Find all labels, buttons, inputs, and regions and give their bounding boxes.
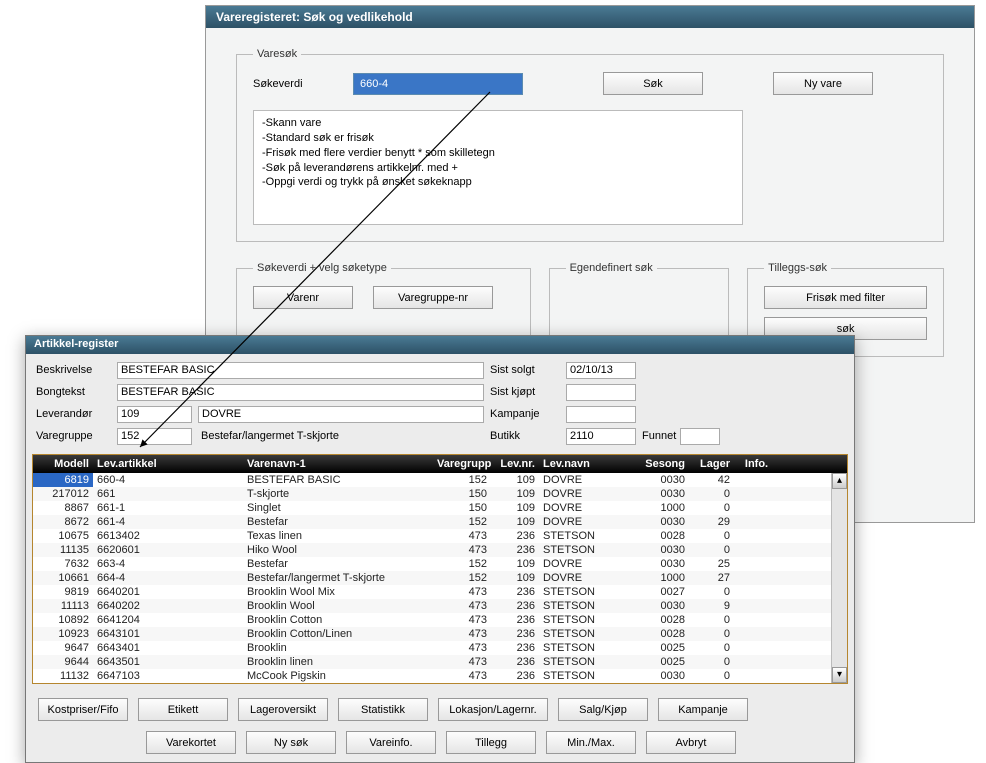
table-row[interactable]: 111326647103McCook Pigskin473236STETSON0… <box>33 669 847 683</box>
col-levartikkel[interactable]: Lev.artikkel <box>93 457 243 471</box>
table-row[interactable]: 109236643101Brooklin Cotton/Linen473236S… <box>33 627 847 641</box>
button-row-1: Kostpriser/Fifo Etikett Lageroversikt St… <box>26 690 854 729</box>
kampanje-input[interactable] <box>566 406 636 423</box>
salgkjop-button[interactable]: Salg/Kjøp <box>558 698 648 721</box>
soketype-legend: Søkeverdi + velg søketype <box>253 262 391 274</box>
kampanje-button[interactable]: Kampanje <box>658 698 748 721</box>
kampanje-label: Kampanje <box>490 408 560 420</box>
sistsolgt-label: Sist solgt <box>490 364 560 376</box>
bongtekst-label: Bongtekst <box>36 386 111 398</box>
table-row[interactable]: 96446643501Brooklin linen473236STETSON00… <box>33 655 847 669</box>
sok-button[interactable]: Søk <box>603 72 703 95</box>
col-varenavn[interactable]: Varenavn-1 <box>243 457 433 471</box>
sistkjopt-label: Sist kjøpt <box>490 386 560 398</box>
beskrivelse-label: Beskrivelse <box>36 364 111 376</box>
levnavn-input[interactable] <box>198 406 484 423</box>
table-row[interactable]: 8867661-1Singlet150109DOVRE10000 <box>33 501 847 515</box>
lokasjon-button[interactable]: Lokasjon/Lagernr. <box>438 698 548 721</box>
nyvare-button[interactable]: Ny vare <box>773 72 873 95</box>
table-row[interactable]: 96476643401Brooklin473236STETSON00250 <box>33 641 847 655</box>
table-row[interactable]: 8672661-4Bestefar152109DOVRE003029 <box>33 515 847 529</box>
varesok-legend: Varesøk <box>253 48 301 60</box>
kostpriser-button[interactable]: Kostpriser/Fifo <box>38 698 128 721</box>
help-text-box: -Skann vare -Standard søk er frisøk -Fri… <box>253 110 743 225</box>
article-register-window: Artikkel-register Beskrivelse Sist solgt… <box>25 335 855 763</box>
table-row[interactable]: 111356620601Hiko Wool473236STETSON00300 <box>33 543 847 557</box>
levnr-input[interactable] <box>117 406 192 423</box>
col-sesong[interactable]: Sesong <box>639 457 689 471</box>
varesok-fieldset: Varesøk Søkeverdi Søk Ny vare -Skann var… <box>236 48 944 242</box>
leverandor-label: Leverandør <box>36 408 111 420</box>
sokeverdi-label: Søkeverdi <box>253 78 333 90</box>
table-row[interactable]: 98196640201Brooklin Wool Mix473236STETSO… <box>33 585 847 599</box>
col-levnavn[interactable]: Lev.navn <box>539 457 639 471</box>
varegruppenr-button[interactable]: Varegruppe-nr <box>373 286 493 309</box>
sistkjopt-input[interactable] <box>566 384 636 401</box>
butikk-input[interactable] <box>566 428 636 445</box>
scroll-up-icon[interactable]: ▴ <box>832 473 847 489</box>
frisok-filter-button[interactable]: Frisøk med filter <box>764 286 927 309</box>
funnet-input[interactable] <box>680 428 720 445</box>
button-row-2: Varekortet Ny søk Vareinfo. Tillegg Min.… <box>26 729 854 762</box>
table-row[interactable]: 6819660-4BESTEFAR BASIC152109DOVRE003042 <box>33 473 847 487</box>
scroll-down-icon[interactable]: ▾ <box>832 667 847 683</box>
statistikk-button[interactable]: Statistikk <box>338 698 428 721</box>
table-row[interactable]: 217012661T-skjorte150109DOVRE00300 <box>33 487 847 501</box>
egendef-legend: Egendefinert søk <box>566 262 657 274</box>
tillegg-legend: Tilleggs-søk <box>764 262 831 274</box>
varegruppe-label: Varegruppe <box>36 430 111 442</box>
table-row[interactable]: 106756613402Texas linen473236STETSON0028… <box>33 529 847 543</box>
funnet-label: Funnet <box>642 430 676 442</box>
sokeverdi-input[interactable] <box>353 73 523 95</box>
sistsolgt-input[interactable] <box>566 362 636 379</box>
vgnr-input[interactable] <box>117 428 192 445</box>
results-grid[interactable]: Modell Lev.artikkel Varenavn-1 Varegrupp… <box>32 454 848 684</box>
col-lager[interactable]: Lager <box>689 457 734 471</box>
table-row[interactable]: 108926641204Brooklin Cotton473236STETSON… <box>33 613 847 627</box>
etikett-button[interactable]: Etikett <box>138 698 228 721</box>
col-modell[interactable]: Modell <box>33 457 93 471</box>
grid-header: Modell Lev.artikkel Varenavn-1 Varegrupp… <box>33 455 847 473</box>
table-row[interactable]: 10661664-4Bestefar/langermet T-skjorte15… <box>33 571 847 585</box>
article-register-title: Artikkel-register <box>26 336 854 354</box>
col-info[interactable]: Info. <box>734 457 779 471</box>
table-row[interactable]: 7632663-4Bestefar152109DOVRE003025 <box>33 557 847 571</box>
lageroversikt-button[interactable]: Lageroversikt <box>238 698 328 721</box>
vgnavn-text <box>198 428 484 445</box>
varenr-button[interactable]: Varenr <box>253 286 353 309</box>
col-varegruppe[interactable]: Varegruppe <box>433 457 491 471</box>
butikk-label: Butikk <box>490 430 560 442</box>
table-row[interactable]: 111136640202Brooklin Wool473236STETSON00… <box>33 599 847 613</box>
search-window-title: Vareregisteret: Søk og vedlikehold <box>206 6 974 28</box>
grid-scrollbar[interactable]: ▴ ▾ <box>831 473 847 683</box>
col-levnr[interactable]: Lev.nr. <box>491 457 539 471</box>
bongtekst-input[interactable] <box>117 384 484 401</box>
beskrivelse-input[interactable] <box>117 362 484 379</box>
